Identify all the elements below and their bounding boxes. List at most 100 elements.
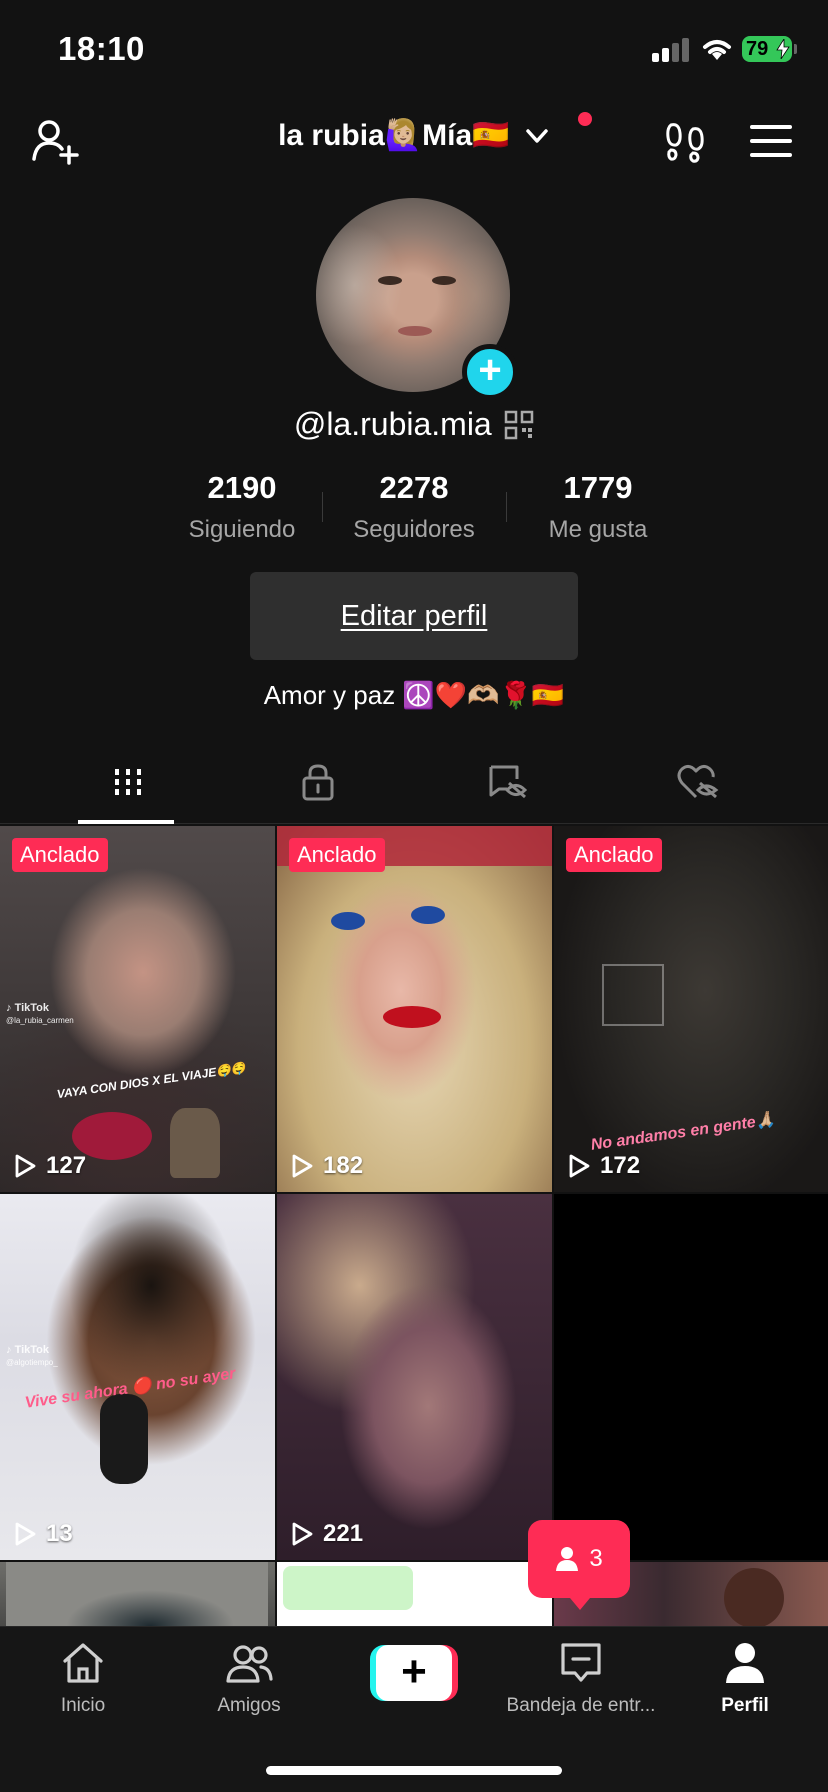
tab-private[interactable] — [214, 740, 421, 824]
thumbnail-image — [283, 1566, 413, 1610]
nav-home[interactable]: Inicio — [0, 1639, 166, 1739]
video-caption: VAYA CON DIOS X EL VIAJE🤤🤤 — [55, 1060, 247, 1102]
tiktok-watermark: ♪ TikTok @la_rubia_carmen — [6, 1002, 74, 1025]
avatar-lips — [398, 326, 432, 336]
watermark-text: TikTok — [14, 1344, 49, 1356]
home-indicator — [266, 1766, 562, 1775]
person-sticker — [170, 1108, 220, 1178]
inbox-icon — [561, 1643, 601, 1682]
edit-profile-button[interactable]: Editar perfil — [250, 572, 578, 660]
new-followers-count: 3 — [589, 1545, 603, 1572]
profile-bio: Amor y paz ☮️❤️🫶🏼🌹🇪🇸 — [263, 680, 565, 710]
following-count: 2190 — [207, 470, 277, 505]
play-icon — [292, 1522, 313, 1546]
view-count: 221 — [289, 1520, 363, 1548]
video-thumbnail[interactable]: Anclado 182 — [277, 826, 552, 1192]
stat-divider — [506, 492, 507, 522]
create-button[interactable]: + — [370, 1645, 458, 1701]
followers-label: Seguidores — [353, 516, 475, 543]
video-caption: No andamos en gente🙏🏼 — [589, 1111, 777, 1154]
microphone — [100, 1394, 148, 1484]
play-icon — [569, 1154, 590, 1178]
nav-home-label: Inicio — [60, 1695, 106, 1716]
video-thumbnail[interactable] — [277, 1562, 552, 1626]
add-story-button[interactable]: + — [462, 344, 518, 400]
following-label: Siguiendo — [188, 516, 296, 543]
view-count: 13 — [12, 1520, 73, 1548]
pinned-badge: Anclado — [566, 838, 662, 872]
profile-views-button[interactable] — [660, 116, 710, 166]
person-icon — [556, 1547, 579, 1571]
profile-tabs — [0, 740, 828, 824]
video-thumbnail[interactable]: 221 — [277, 1194, 552, 1560]
stat-likes[interactable]: 1779 Me gusta — [508, 470, 688, 544]
wifi-icon — [703, 40, 731, 60]
play-icon — [15, 1154, 36, 1178]
hidden-repost-icon — [489, 765, 527, 799]
likes-label: Me gusta — [548, 516, 648, 543]
pinned-badge: Anclado — [289, 838, 385, 872]
view-count: 182 — [289, 1152, 363, 1180]
hidden-heart-icon — [677, 764, 718, 799]
eye — [331, 912, 365, 930]
play-icon — [292, 1154, 313, 1178]
footprints-icon — [666, 123, 704, 163]
qr-code-icon[interactable] — [504, 410, 534, 440]
battery-indicator: 79 — [742, 36, 792, 62]
video-thumbnail[interactable]: 35 — [554, 1194, 828, 1560]
tiktok-watermark: ♪ TikTok @algotiempo_ — [6, 1344, 58, 1367]
thumbnail-image — [724, 1568, 784, 1626]
username: @la.rubia.mia — [293, 406, 492, 442]
stat-following[interactable]: 2190 Siguiendo — [152, 470, 332, 544]
avatar-eye — [378, 276, 402, 285]
profile-display-name: la rubia🙋🏼‍♀️Mía🇪🇸 — [278, 119, 510, 152]
username-row: @la.rubia.mia — [0, 406, 828, 443]
video-grid: Anclado ♪ TikTok @la_rubia_carmen VAYA CO… — [0, 826, 828, 1626]
grid-icon — [114, 769, 141, 795]
stat-divider — [322, 492, 323, 522]
profile-header: la rubia🙋🏼‍♀️Mía🇪🇸 — [0, 100, 828, 180]
nav-profile[interactable]: Perfil — [662, 1639, 828, 1739]
tab-reposts[interactable] — [404, 740, 611, 824]
tab-videos[interactable] — [24, 740, 231, 824]
video-thumbnail[interactable]: Anclado No andamos en gente🙏🏼 172 — [554, 826, 828, 1192]
video-thumbnail[interactable] — [0, 1562, 275, 1626]
friends-icon — [226, 1645, 273, 1683]
focus-frame — [602, 964, 664, 1026]
menu-button[interactable] — [746, 116, 796, 166]
nav-friends-label: Amigos — [217, 1695, 281, 1716]
battery-level: 79 — [746, 38, 769, 60]
status-time: 18:10 — [58, 30, 145, 67]
watermark-handle: @la_rubia_carmen — [6, 1016, 74, 1025]
pinned-badge: Anclado — [12, 838, 108, 872]
view-count: 127 — [12, 1152, 86, 1180]
play-icon — [15, 1522, 36, 1546]
status-bar: 18:10 79 — [0, 0, 828, 100]
nav-inbox[interactable]: Bandeja de entr... — [498, 1639, 664, 1739]
nav-friends[interactable]: Amigos — [166, 1639, 332, 1739]
eye — [411, 906, 445, 924]
likes-count: 1779 — [563, 470, 633, 505]
video-thumbnail[interactable]: Anclado ♪ TikTok @la_rubia_carmen VAYA CO… — [0, 826, 275, 1192]
notification-dot — [578, 112, 592, 126]
charging-bolt-icon — [776, 39, 790, 59]
nav-inbox-label: Bandeja de entr... — [506, 1695, 656, 1716]
avatar-eye — [432, 276, 456, 285]
view-count-number: 127 — [46, 1152, 87, 1179]
battery-cap — [794, 44, 797, 54]
watermark-handle: @algotiempo_ — [6, 1358, 58, 1367]
view-count-number: 221 — [323, 1520, 364, 1547]
stat-followers[interactable]: 2278 Seguidores — [324, 470, 504, 544]
video-thumbnail[interactable]: ♪ TikTok @algotiempo_ Vive su ahora 🔴 no … — [0, 1194, 275, 1560]
lock-icon — [302, 764, 333, 801]
home-icon — [63, 1643, 103, 1683]
new-followers-popup[interactable]: 3 — [528, 1520, 630, 1610]
nav-profile-label: Perfil — [721, 1695, 769, 1716]
hamburger-menu-icon — [750, 125, 792, 157]
profile-stats: 2190 Siguiendo 2278 Seguidores 1779 Me g… — [160, 470, 668, 546]
tab-liked[interactable] — [594, 740, 801, 824]
view-count: 172 — [566, 1152, 640, 1180]
watermark-text: TikTok — [14, 1002, 49, 1014]
lips — [383, 1006, 441, 1028]
active-tab-indicator — [78, 820, 174, 824]
